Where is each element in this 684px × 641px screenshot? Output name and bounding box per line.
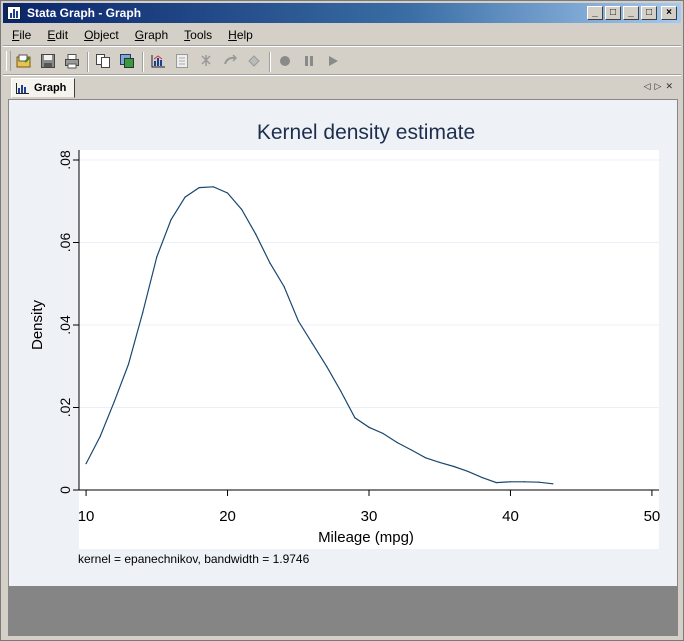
tab-graph-label: Graph [34, 82, 67, 94]
density-point [156, 256, 158, 258]
stata-graph-window: Stata Graph - Graph _ □ _ □ × File Edit … [0, 0, 684, 641]
open-icon[interactable] [15, 52, 33, 70]
title-bar[interactable]: Stata Graph - Graph _ □ _ □ × [3, 3, 681, 23]
x-tick-label: 50 [644, 508, 661, 525]
density-point [538, 481, 540, 483]
density-point [495, 481, 497, 484]
density-point [255, 233, 257, 235]
density-point [184, 196, 186, 198]
tab-scroll-left-icon[interactable]: ◁ [644, 81, 651, 92]
menu-separator [3, 45, 681, 47]
density-point [226, 192, 229, 194]
x-tick-label: 10 [78, 508, 95, 525]
tab-close-icon[interactable]: ✕ [665, 81, 673, 92]
window-title: Stata Graph - Graph [27, 6, 142, 20]
density-point [467, 470, 469, 473]
toolbar-separator [269, 52, 271, 72]
y-axis-label: Density [29, 299, 46, 350]
menu-graph[interactable]: Graph [126, 28, 175, 42]
density-point [113, 400, 115, 402]
stata-app-icon [7, 6, 21, 20]
undo-icon[interactable] [221, 52, 239, 70]
density-point [142, 312, 144, 314]
save-icon[interactable] [39, 52, 57, 70]
window-controls: _ □ _ □ × [587, 6, 677, 20]
density-point [439, 461, 441, 463]
y-tick-label: .04 [57, 315, 73, 335]
density-point [198, 187, 200, 189]
object-browser-icon[interactable] [173, 52, 191, 70]
tab-scroll-right-icon[interactable]: ▷ [655, 81, 662, 92]
density-point [396, 441, 398, 444]
density-point [368, 426, 370, 428]
y-ticks: 0 .02 .04 .06 .08 [57, 150, 79, 494]
density-point [269, 262, 271, 264]
menu-help[interactable]: Help [219, 28, 260, 42]
menu-tools[interactable]: Tools [175, 28, 219, 42]
density-point [241, 208, 243, 211]
density-point [85, 463, 87, 465]
close-button[interactable]: × [661, 6, 677, 20]
graph-editor-icon[interactable] [149, 52, 167, 70]
chart-note: kernel = epanechnikov, bandwidth = 1.974… [78, 552, 310, 566]
density-point [354, 417, 356, 419]
pause-icon[interactable] [300, 52, 318, 70]
tab-graph[interactable]: Graph [11, 78, 75, 98]
density-point [410, 449, 413, 451]
chart-title: Kernel density estimate [257, 121, 475, 144]
density-point [170, 219, 172, 221]
minimize-button[interactable]: _ [623, 6, 639, 20]
density-point [552, 483, 554, 485]
pointer-tool-icon[interactable] [197, 52, 215, 70]
density-point [382, 432, 384, 435]
toolbar-grip[interactable] [6, 51, 11, 71]
kernel-density-chart[interactable]: 10 20 30 40 50 0 .02 .04 .06 .08 Kernel density … [8, 99, 678, 586]
y-tick-label: .06 [57, 233, 73, 253]
y-tick-label: .08 [57, 150, 73, 170]
menu-object[interactable]: Object [75, 28, 126, 42]
x-tick-label: 30 [361, 508, 378, 525]
toolbar-separator [87, 52, 89, 72]
y-tick-label: 0 [57, 486, 73, 494]
print-icon[interactable] [63, 52, 81, 70]
redo-icon[interactable] [245, 52, 263, 70]
graph-window-bottom-panel [8, 586, 678, 636]
menu-bar: File Edit Object Graph Tools Help [3, 25, 681, 45]
toolbar-separator [142, 52, 144, 72]
play-icon[interactable] [324, 52, 342, 70]
toolbar-bottom-separator [3, 74, 681, 76]
copy-icon[interactable] [94, 52, 112, 70]
density-point [509, 481, 512, 483]
x-tick-label: 40 [502, 508, 519, 525]
plot-region [79, 150, 659, 549]
toolbar [3, 48, 681, 74]
mdi-minimize-button[interactable]: _ [587, 6, 603, 20]
density-point [297, 320, 299, 322]
tab-strip: Graph ◁ ▷ ✕ [3, 77, 681, 99]
density-point [453, 465, 455, 468]
mdi-restore-button[interactable]: □ [605, 6, 621, 20]
menu-file[interactable]: File [3, 28, 38, 42]
menu-edit[interactable]: Edit [38, 28, 75, 42]
density-point [524, 481, 526, 483]
density-point [311, 342, 314, 345]
density-point [99, 435, 101, 437]
density-point [127, 363, 130, 365]
y-tick-label: .02 [57, 398, 73, 418]
density-point [212, 186, 214, 188]
graph-tab-icon [16, 83, 29, 94]
save-as-icon[interactable] [118, 52, 136, 70]
density-point [340, 390, 342, 392]
tab-scroll-controls: ◁ ▷ ✕ [644, 81, 673, 92]
density-point [325, 365, 328, 367]
density-point [283, 286, 285, 288]
maximize-button[interactable]: □ [641, 6, 657, 20]
x-tick-label: 20 [219, 508, 236, 525]
density-point [424, 457, 427, 459]
density-point [481, 477, 483, 479]
record-icon[interactable] [276, 52, 294, 70]
x-axis-label: Mileage (mpg) [318, 529, 414, 546]
